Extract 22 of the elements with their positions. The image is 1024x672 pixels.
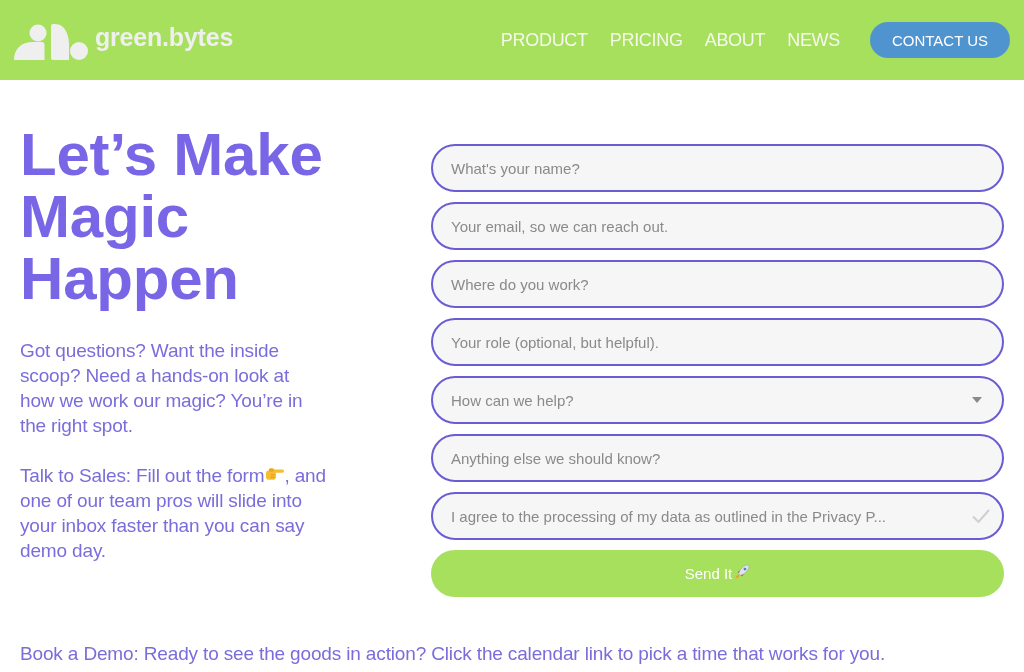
nav-link[interactable]: PRODUCT	[500, 29, 588, 51]
intro-paragraph: Got questions? Want the inside scoop? Need a hands-on look at how we work our magic? You’re in the right spot.	[20, 339, 304, 438]
dropdown[interactable]: How can we help?	[431, 376, 1004, 424]
caret-icon	[972, 397, 982, 403]
text-input[interactable]: Your role (optional, but helpful).	[431, 318, 1004, 366]
demo-paragraph: Book a Demo: Ready to see the goods in action? Click the calendar link to pick a time that works for you.	[20, 642, 887, 666]
page-heading: Let’s Make Magic Happen	[20, 124, 324, 310]
brand-name: green.bytes	[95, 22, 234, 52]
consent-checkbox[interactable]: I agree to the processing of my data as outlined in the Privacy P...	[431, 492, 1004, 540]
contact-button[interactable]: CONTACT US	[870, 22, 1010, 58]
text-input[interactable]: Anything else we should know?	[431, 434, 1004, 482]
send-button[interactable]: Send It	[431, 550, 1004, 597]
pointing-hand-icon	[266, 468, 285, 480]
text-input[interactable]: What's your name?	[431, 144, 1004, 192]
nav-link[interactable]: ABOUT	[704, 29, 766, 51]
text-input[interactable]: Where do you work?	[431, 260, 1004, 308]
nav-link[interactable]: NEWS	[787, 29, 840, 51]
sales-paragraph: Talk to Sales: Fill out the form , and one of our team pros will slide into your inbox faster than you can say demo day.	[20, 464, 327, 563]
nav-link[interactable]: PRICING	[609, 29, 683, 51]
text-input[interactable]: Your email, so we can reach out.	[431, 202, 1004, 250]
logo-icon	[14, 24, 88, 60]
rocket-icon	[735, 563, 751, 579]
